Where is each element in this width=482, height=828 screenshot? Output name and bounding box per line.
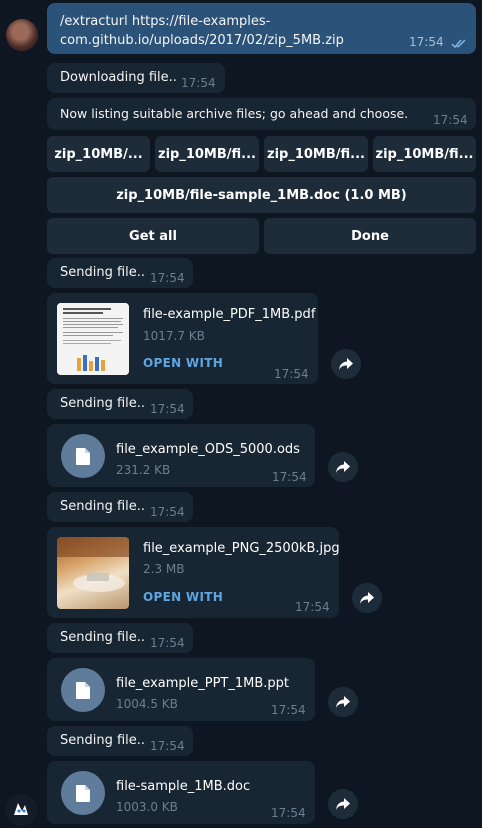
downloading-text: Downloading file.. — [60, 70, 177, 85]
downloading-message: Downloading file.. 17:54 — [47, 63, 225, 93]
file-message-jpg[interactable]: file_example_PNG_2500kB.jpg 2.3 MB OPEN … — [47, 527, 340, 618]
command-text-line1: /extracturl https://file-examples- — [60, 14, 271, 29]
file-size: 1004.5 KB — [116, 697, 178, 711]
keyboard-button-file-2[interactable]: zip_10MB/fi... — [155, 136, 259, 172]
keyboard-button-file-sample-doc[interactable]: zip_10MB/file-sample_1MB.doc (1.0 MB) — [47, 177, 476, 213]
file-name: file-example_PDF_1MB.pdf — [143, 307, 316, 322]
document-icon[interactable] — [61, 668, 105, 712]
forward-arrow-icon — [360, 592, 374, 604]
command-text-line2: com.github.io/uploads/2017/02/zip_5MB.zi… — [60, 33, 344, 48]
sending-message: Sending file.. 17:54 — [47, 623, 193, 653]
forward-button[interactable] — [331, 349, 361, 379]
file-size: 1003.0 KB — [116, 800, 178, 814]
forward-button[interactable] — [328, 789, 358, 819]
message-time: 17:54 — [181, 76, 216, 90]
forward-arrow-icon — [336, 696, 350, 708]
file-name: file_example_ODS_5000.ods — [116, 442, 300, 457]
message-time: 17:54 — [150, 636, 185, 650]
message-time: 17:54 — [150, 739, 185, 753]
forward-arrow-icon — [339, 358, 353, 370]
listing-text: Now listing suitable archive files; go a… — [60, 106, 409, 121]
file-message-doc[interactable]: file-sample_1MB.doc 1003.0 KB 17:54 — [47, 761, 315, 824]
pdf-preview-icon — [57, 303, 129, 375]
forward-button[interactable] — [328, 452, 358, 482]
open-with-link[interactable]: OPEN WITH — [143, 590, 223, 604]
message-time: 17:54 — [274, 367, 309, 381]
sending-message: Sending file.. 17:54 — [47, 389, 193, 419]
message-time: 17:54 — [271, 806, 306, 820]
sending-text: Sending file.. — [60, 499, 146, 514]
listing-message: Now listing suitable archive files; go a… — [47, 98, 476, 130]
message-time: 17:54 — [409, 35, 444, 49]
command-message[interactable]: /extracturl https://file-examples- com.g… — [47, 3, 476, 54]
document-icon[interactable] — [61, 771, 105, 815]
open-with-link[interactable]: OPEN WITH — [143, 356, 223, 370]
sending-message: Sending file.. 17:54 — [47, 492, 193, 522]
sending-message: Sending file.. 17:54 — [47, 258, 193, 288]
done-button[interactable]: Done — [264, 218, 476, 254]
bot-avatar[interactable] — [5, 794, 37, 826]
file-name: file_example_PNG_2500kB.jpg — [143, 541, 340, 556]
message-time: 17:54 — [433, 113, 468, 127]
forward-arrow-icon — [336, 461, 350, 473]
file-size: 231.2 KB — [116, 463, 171, 477]
get-all-button[interactable]: Get all — [47, 218, 259, 254]
photo-preview-icon — [57, 537, 129, 592]
file-name: file_example_PPT_1MB.ppt — [116, 676, 290, 691]
message-time: 17:54 — [272, 470, 307, 484]
bot-logo-icon — [5, 794, 37, 826]
file-message-ods[interactable]: file_example_ODS_5000.ods 231.2 KB 17:54 — [47, 424, 315, 487]
sending-message: Sending file.. 17:54 — [47, 726, 193, 756]
document-icon[interactable] — [61, 434, 105, 478]
double-check-icon — [451, 39, 466, 49]
sending-text: Sending file.. — [60, 396, 146, 411]
file-name: file-sample_1MB.doc — [116, 779, 251, 794]
user-avatar[interactable] — [6, 19, 38, 51]
sending-text: Sending file.. — [60, 630, 146, 645]
message-time: 17:54 — [271, 703, 306, 717]
keyboard-button-file-1[interactable]: zip_10MB/... — [47, 136, 150, 172]
forward-button[interactable] — [328, 687, 358, 717]
sending-text: Sending file.. — [60, 265, 146, 280]
message-time: 17:54 — [150, 271, 185, 285]
keyboard-button-file-4[interactable]: zip_10MB/fi... — [373, 136, 476, 172]
file-message-pdf[interactable]: file-example_PDF_1MB.pdf 1017.7 KB OPEN … — [47, 293, 318, 384]
photo-thumbnail[interactable] — [57, 537, 129, 609]
sending-text: Sending file.. — [60, 733, 146, 748]
pdf-thumbnail[interactable] — [57, 303, 129, 375]
message-time: 17:54 — [295, 600, 330, 614]
file-size: 2.3 MB — [143, 562, 185, 576]
keyboard-button-file-3[interactable]: zip_10MB/fi... — [264, 136, 368, 172]
forward-arrow-icon — [336, 798, 350, 810]
file-message-ppt[interactable]: file_example_PPT_1MB.ppt 1004.5 KB 17:54 — [47, 658, 315, 721]
message-time: 17:54 — [150, 402, 185, 416]
forward-button[interactable] — [352, 583, 382, 613]
file-size: 1017.7 KB — [143, 329, 205, 343]
message-time: 17:54 — [150, 505, 185, 519]
